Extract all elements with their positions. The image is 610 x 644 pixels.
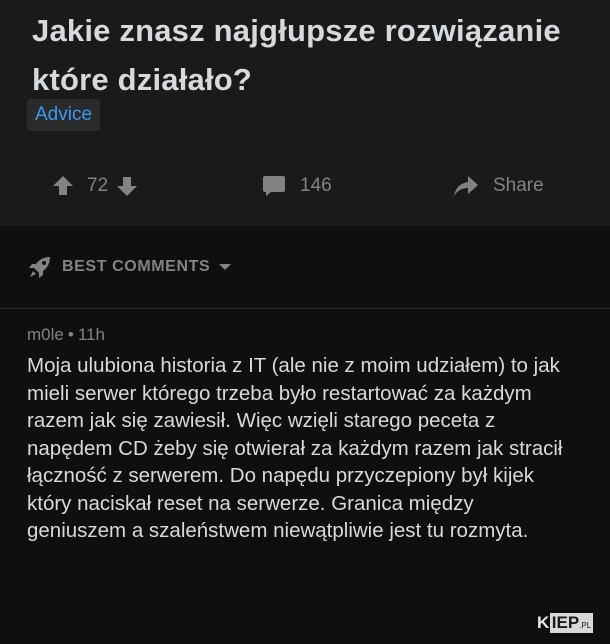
post-action-bar: 72 146 Share — [0, 162, 610, 210]
comment-bubble-icon — [262, 175, 286, 197]
site-watermark-logo: K IEP.PL — [537, 612, 594, 634]
page: Jakie znasz najgłupsze rozwiązanie które… — [0, 0, 610, 644]
sort-comments-dropdown[interactable]: BEST COMMENTS — [28, 251, 232, 283]
share-arrow-icon — [453, 175, 479, 197]
share-label: Share — [493, 175, 544, 196]
comment-author[interactable]: m0le — [27, 325, 64, 344]
comments-button[interactable]: 146 — [262, 162, 332, 210]
watermark-letter: K — [537, 613, 549, 632]
comment-count: 146 — [300, 175, 332, 196]
post-flair[interactable]: Advice — [27, 99, 101, 131]
comment-age: 11h — [77, 325, 105, 344]
post-title[interactable]: Jakie znasz najgłupsze rozwiązanie które… — [32, 6, 592, 104]
comment-meta: m0le • 11h — [27, 323, 105, 347]
comments-sort-bar: BEST COMMENTS — [0, 226, 610, 309]
share-button[interactable]: Share — [453, 162, 544, 210]
vote-count: 72 — [87, 175, 109, 196]
arrow-up-icon[interactable] — [52, 175, 74, 197]
comment-body: Moja ulubiona historia z IT (ale nie z m… — [27, 354, 563, 542]
arrow-down-icon[interactable] — [116, 175, 138, 197]
chevron-down-icon — [218, 262, 232, 272]
watermark-box: IEP.PL — [549, 613, 594, 633]
meta-separator: • — [67, 325, 74, 344]
sort-label: BEST COMMENTS — [62, 258, 211, 275]
rocket-icon — [28, 255, 52, 279]
post-header: Jakie znasz najgłupsze rozwiązanie które… — [0, 0, 610, 226]
vote-controls: 72 — [52, 162, 138, 210]
comment: m0le • 11h Moja ulubiona historia z IT (al… — [0, 309, 610, 644]
watermark-boxed-text: IEP — [551, 613, 580, 632]
watermark-suffix: .PL — [579, 621, 592, 630]
